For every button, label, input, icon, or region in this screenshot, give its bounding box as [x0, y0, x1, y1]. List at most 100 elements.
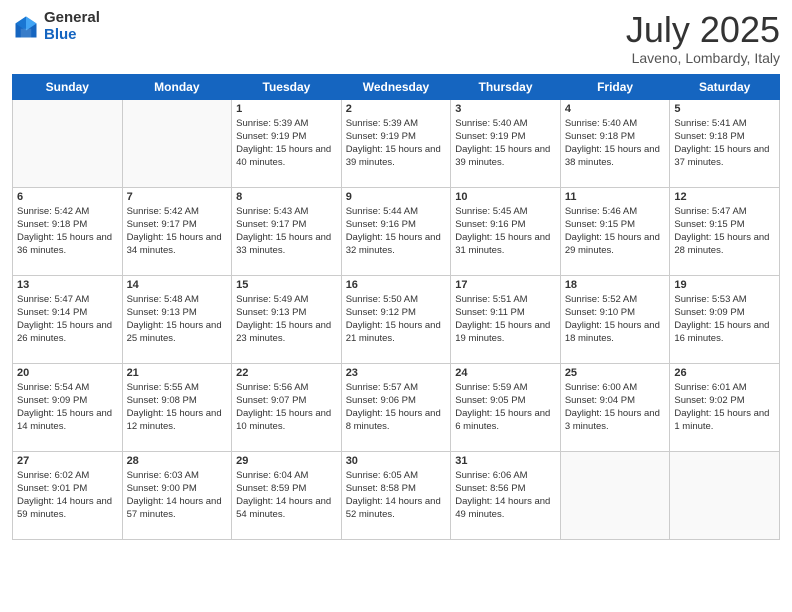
calendar-cell: 26 Sunrise: 6:01 AM Sunset: 9:02 PM Dayl… [670, 363, 780, 451]
day-number: 19 [674, 279, 775, 291]
day-number: 23 [346, 367, 447, 379]
sunset-text: Sunset: 9:19 PM [346, 130, 447, 143]
cell-info: Sunrise: 5:47 AM Sunset: 9:15 PM Dayligh… [674, 205, 775, 258]
calendar-cell [13, 99, 123, 187]
day-number: 2 [346, 103, 447, 115]
daylight-text: Daylight: 15 hours and 23 minutes. [236, 319, 337, 346]
sunrise-text: Sunrise: 5:54 AM [17, 381, 118, 394]
calendar-cell: 28 Sunrise: 6:03 AM Sunset: 9:00 PM Dayl… [122, 451, 232, 539]
daylight-text: Daylight: 15 hours and 8 minutes. [346, 407, 447, 434]
calendar-cell: 31 Sunrise: 6:06 AM Sunset: 8:56 PM Dayl… [451, 451, 561, 539]
daylight-text: Daylight: 15 hours and 26 minutes. [17, 319, 118, 346]
day-number: 14 [127, 279, 228, 291]
cell-info: Sunrise: 5:42 AM Sunset: 9:17 PM Dayligh… [127, 205, 228, 258]
calendar-cell: 14 Sunrise: 5:48 AM Sunset: 9:13 PM Dayl… [122, 275, 232, 363]
cell-info: Sunrise: 5:39 AM Sunset: 9:19 PM Dayligh… [346, 117, 447, 170]
sunset-text: Sunset: 8:56 PM [455, 482, 556, 495]
calendar-week-3: 13 Sunrise: 5:47 AM Sunset: 9:14 PM Dayl… [13, 275, 780, 363]
sunset-text: Sunset: 9:13 PM [236, 306, 337, 319]
sunset-text: Sunset: 9:02 PM [674, 394, 775, 407]
sunset-text: Sunset: 9:18 PM [565, 130, 666, 143]
cell-info: Sunrise: 5:40 AM Sunset: 9:19 PM Dayligh… [455, 117, 556, 170]
cell-info: Sunrise: 5:41 AM Sunset: 9:18 PM Dayligh… [674, 117, 775, 170]
sunset-text: Sunset: 9:16 PM [455, 218, 556, 231]
calendar-cell: 24 Sunrise: 5:59 AM Sunset: 9:05 PM Dayl… [451, 363, 561, 451]
sunset-text: Sunset: 8:58 PM [346, 482, 447, 495]
logo: General Blue [12, 10, 100, 43]
day-number: 6 [17, 191, 118, 203]
sunrise-text: Sunrise: 5:41 AM [674, 117, 775, 130]
calendar-cell: 4 Sunrise: 5:40 AM Sunset: 9:18 PM Dayli… [560, 99, 670, 187]
calendar-cell: 19 Sunrise: 5:53 AM Sunset: 9:09 PM Dayl… [670, 275, 780, 363]
weekday-header-row: SundayMondayTuesdayWednesdayThursdayFrid… [13, 74, 780, 99]
daylight-text: Daylight: 15 hours and 40 minutes. [236, 143, 337, 170]
cell-info: Sunrise: 5:52 AM Sunset: 9:10 PM Dayligh… [565, 293, 666, 346]
daylight-text: Daylight: 15 hours and 1 minute. [674, 407, 775, 434]
sunrise-text: Sunrise: 5:46 AM [565, 205, 666, 218]
sunset-text: Sunset: 9:19 PM [236, 130, 337, 143]
calendar-cell: 22 Sunrise: 5:56 AM Sunset: 9:07 PM Dayl… [232, 363, 342, 451]
daylight-text: Daylight: 14 hours and 57 minutes. [127, 495, 228, 522]
day-number: 3 [455, 103, 556, 115]
sunrise-text: Sunrise: 5:48 AM [127, 293, 228, 306]
sunset-text: Sunset: 9:06 PM [346, 394, 447, 407]
calendar-page: General Blue July 2025 Laveno, Lombardy,… [0, 0, 792, 612]
daylight-text: Daylight: 15 hours and 39 minutes. [346, 143, 447, 170]
sunrise-text: Sunrise: 5:47 AM [17, 293, 118, 306]
sunset-text: Sunset: 9:17 PM [127, 218, 228, 231]
weekday-header-friday: Friday [560, 74, 670, 99]
calendar-cell: 8 Sunrise: 5:43 AM Sunset: 9:17 PM Dayli… [232, 187, 342, 275]
day-number: 20 [17, 367, 118, 379]
day-number: 5 [674, 103, 775, 115]
calendar-cell: 6 Sunrise: 5:42 AM Sunset: 9:18 PM Dayli… [13, 187, 123, 275]
calendar-cell: 11 Sunrise: 5:46 AM Sunset: 9:15 PM Dayl… [560, 187, 670, 275]
day-number: 7 [127, 191, 228, 203]
calendar-cell: 30 Sunrise: 6:05 AM Sunset: 8:58 PM Dayl… [341, 451, 451, 539]
sunrise-text: Sunrise: 5:57 AM [346, 381, 447, 394]
day-number: 22 [236, 367, 337, 379]
sunrise-text: Sunrise: 5:40 AM [565, 117, 666, 130]
cell-info: Sunrise: 6:06 AM Sunset: 8:56 PM Dayligh… [455, 469, 556, 522]
sunrise-text: Sunrise: 5:51 AM [455, 293, 556, 306]
daylight-text: Daylight: 15 hours and 29 minutes. [565, 231, 666, 258]
daylight-text: Daylight: 15 hours and 21 minutes. [346, 319, 447, 346]
weekday-header-saturday: Saturday [670, 74, 780, 99]
calendar-cell: 1 Sunrise: 5:39 AM Sunset: 9:19 PM Dayli… [232, 99, 342, 187]
calendar-cell: 16 Sunrise: 5:50 AM Sunset: 9:12 PM Dayl… [341, 275, 451, 363]
sunrise-text: Sunrise: 5:45 AM [455, 205, 556, 218]
sunset-text: Sunset: 9:15 PM [674, 218, 775, 231]
day-number: 4 [565, 103, 666, 115]
day-number: 12 [674, 191, 775, 203]
daylight-text: Daylight: 15 hours and 10 minutes. [236, 407, 337, 434]
calendar-cell: 3 Sunrise: 5:40 AM Sunset: 9:19 PM Dayli… [451, 99, 561, 187]
sunset-text: Sunset: 9:19 PM [455, 130, 556, 143]
sunrise-text: Sunrise: 5:59 AM [455, 381, 556, 394]
daylight-text: Daylight: 14 hours and 59 minutes. [17, 495, 118, 522]
sunrise-text: Sunrise: 5:40 AM [455, 117, 556, 130]
calendar-week-5: 27 Sunrise: 6:02 AM Sunset: 9:01 PM Dayl… [13, 451, 780, 539]
sunrise-text: Sunrise: 6:06 AM [455, 469, 556, 482]
cell-info: Sunrise: 5:49 AM Sunset: 9:13 PM Dayligh… [236, 293, 337, 346]
sunrise-text: Sunrise: 5:43 AM [236, 205, 337, 218]
day-number: 28 [127, 455, 228, 467]
daylight-text: Daylight: 14 hours and 52 minutes. [346, 495, 447, 522]
daylight-text: Daylight: 15 hours and 3 minutes. [565, 407, 666, 434]
cell-info: Sunrise: 5:51 AM Sunset: 9:11 PM Dayligh… [455, 293, 556, 346]
cell-info: Sunrise: 6:05 AM Sunset: 8:58 PM Dayligh… [346, 469, 447, 522]
calendar-cell: 2 Sunrise: 5:39 AM Sunset: 9:19 PM Dayli… [341, 99, 451, 187]
cell-info: Sunrise: 5:54 AM Sunset: 9:09 PM Dayligh… [17, 381, 118, 434]
weekday-header-monday: Monday [122, 74, 232, 99]
day-number: 13 [17, 279, 118, 291]
sunrise-text: Sunrise: 6:02 AM [17, 469, 118, 482]
calendar-cell: 18 Sunrise: 5:52 AM Sunset: 9:10 PM Dayl… [560, 275, 670, 363]
sunrise-text: Sunrise: 5:47 AM [674, 205, 775, 218]
day-number: 1 [236, 103, 337, 115]
weekday-header-wednesday: Wednesday [341, 74, 451, 99]
calendar-cell: 17 Sunrise: 5:51 AM Sunset: 9:11 PM Dayl… [451, 275, 561, 363]
sunset-text: Sunset: 9:01 PM [17, 482, 118, 495]
sunset-text: Sunset: 9:12 PM [346, 306, 447, 319]
sunrise-text: Sunrise: 5:39 AM [346, 117, 447, 130]
sunset-text: Sunset: 9:09 PM [674, 306, 775, 319]
daylight-text: Daylight: 15 hours and 34 minutes. [127, 231, 228, 258]
cell-info: Sunrise: 5:40 AM Sunset: 9:18 PM Dayligh… [565, 117, 666, 170]
